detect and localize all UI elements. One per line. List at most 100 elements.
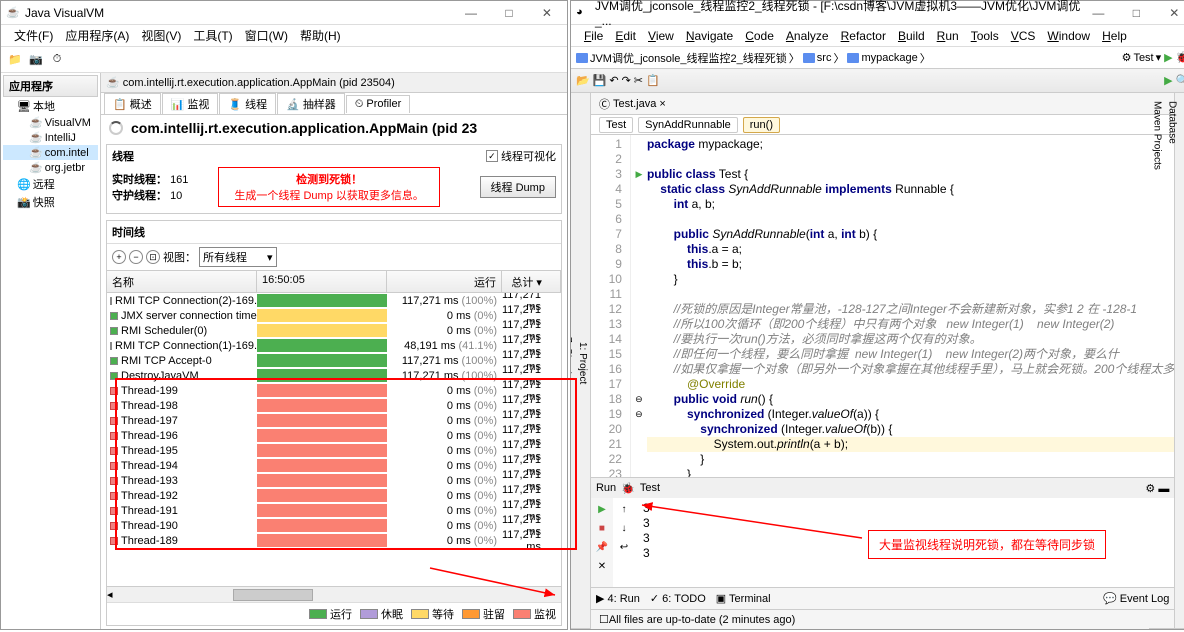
- bread-class[interactable]: Test: [599, 117, 633, 133]
- run-button-icon[interactable]: ▶: [1164, 51, 1172, 64]
- tb-search-icon[interactable]: 🔍: [1176, 74, 1184, 87]
- zoom-fit-icon[interactable]: ⊡: [146, 250, 160, 264]
- tb-open-icon[interactable]: 📂: [576, 74, 590, 87]
- tab-sampler[interactable]: 🔬抽样器: [277, 93, 345, 114]
- nav-pkg[interactable]: mypackage 〉: [847, 50, 930, 66]
- minimize-button[interactable]: —: [456, 3, 486, 23]
- table-row[interactable]: RMI TCP Accept-0117,271 ms(100%)117,271 …: [107, 353, 561, 368]
- ij-menu-analyze[interactable]: Analyze: [781, 27, 834, 45]
- up-icon[interactable]: ↑: [616, 501, 632, 517]
- tb-redo-icon[interactable]: ↷: [622, 74, 631, 87]
- bottom-terminal[interactable]: ▣ Terminal: [716, 592, 771, 605]
- ij-menu-vcs[interactable]: VCS: [1006, 27, 1041, 45]
- table-row[interactable]: Thread-1910 ms(0%)117,271 ms: [107, 503, 561, 518]
- ij-maximize[interactable]: □: [1121, 3, 1151, 23]
- table-row[interactable]: Thread-1960 ms(0%)117,271 ms: [107, 428, 561, 443]
- tree-visualvm[interactable]: ☕ VisualVM: [3, 115, 98, 130]
- table-row[interactable]: Thread-1980 ms(0%)117,271 ms: [107, 398, 561, 413]
- tab-overview[interactable]: 📋概述: [104, 93, 161, 114]
- thread-dump-button[interactable]: 线程 Dump: [480, 176, 556, 198]
- col-total[interactable]: 总计 ▾: [502, 271, 561, 292]
- main-tab[interactable]: ☕com.intellij.rt.execution.application.A…: [101, 73, 567, 93]
- stop-icon[interactable]: ■: [594, 520, 610, 536]
- code-editor[interactable]: 1234567891011121314151617181920212223242…: [591, 135, 1174, 477]
- menu-view[interactable]: 视图(V): [136, 25, 186, 46]
- visualize-checkbox[interactable]: ✓线程可视化: [486, 148, 556, 164]
- toolbar-icon-2[interactable]: 📷: [27, 51, 45, 69]
- ij-menu-file[interactable]: File: [579, 27, 608, 45]
- table-row[interactable]: RMI TCP Connection(1)-169.248,191 ms(41.…: [107, 338, 561, 353]
- ij-minimize[interactable]: —: [1083, 3, 1113, 23]
- menu-help[interactable]: 帮助(H): [295, 25, 346, 46]
- maximize-button[interactable]: □: [494, 3, 524, 23]
- h-scrollbar[interactable]: ◂: [107, 586, 561, 602]
- gutter-ant[interactable]: Ant Build: [1179, 93, 1184, 629]
- tb-save-icon[interactable]: 💾: [593, 74, 607, 87]
- col-name[interactable]: 名称: [107, 271, 257, 292]
- table-row[interactable]: Thread-1950 ms(0%)117,271 ms: [107, 443, 561, 458]
- file-tab[interactable]: Ⓒ Test.java ×: [591, 93, 1174, 115]
- debug-button-icon[interactable]: 🐞: [1176, 51, 1184, 64]
- view-select[interactable]: 所有线程▾: [199, 247, 277, 267]
- menu-app[interactable]: 应用程序(A): [60, 25, 134, 46]
- table-row[interactable]: Thread-1970 ms(0%)117,271 ms: [107, 413, 561, 428]
- bread-method[interactable]: run(): [743, 117, 780, 133]
- tab-profiler[interactable]: ⏲Profiler: [346, 95, 410, 113]
- ij-menu-navigate[interactable]: Navigate: [681, 27, 738, 45]
- table-row[interactable]: Thread-1900 ms(0%)117,271 ms: [107, 518, 561, 533]
- zoom-out-icon[interactable]: −: [129, 250, 143, 264]
- toolbar-icon-3[interactable]: ⏱: [48, 51, 66, 69]
- ij-menu-tools[interactable]: Tools: [966, 27, 1004, 45]
- table-row[interactable]: JMX server connection time0 ms(0%)117,27…: [107, 308, 561, 323]
- table-row[interactable]: Thread-1940 ms(0%)117,271 ms: [107, 458, 561, 473]
- rerun-icon[interactable]: ▶: [594, 501, 610, 517]
- close-run-icon[interactable]: ✕: [594, 558, 610, 574]
- bread-inner[interactable]: SynAddRunnable: [638, 117, 738, 133]
- menu-file[interactable]: 文件(F): [9, 25, 58, 46]
- tab-threads[interactable]: 🧵线程: [219, 93, 276, 114]
- ij-menu-view[interactable]: View: [643, 27, 679, 45]
- tree-local[interactable]: 🖥 本地: [3, 97, 98, 115]
- col-time[interactable]: 16:50:05: [257, 271, 387, 292]
- table-row[interactable]: RMI TCP Connection(2)-169.2117,271 ms(10…: [107, 293, 561, 308]
- ij-menu-edit[interactable]: Edit: [610, 27, 641, 45]
- pin-icon[interactable]: 📌: [594, 539, 610, 555]
- col-run[interactable]: 运行: [387, 271, 502, 292]
- bottom-run[interactable]: ▶ 4: Run: [596, 592, 640, 605]
- tb-copy-icon[interactable]: 📋: [646, 74, 660, 87]
- run-config[interactable]: ⚙ Test ▾: [1122, 51, 1162, 64]
- nav-project[interactable]: JVM调优_jconsole_线程监控2_线程死锁 〉: [576, 50, 800, 66]
- tab-monitor[interactable]: 📊监视: [162, 93, 219, 114]
- tree-jetbrains[interactable]: ☕ org.jetbr: [3, 160, 98, 175]
- menu-window[interactable]: 窗口(W): [240, 25, 293, 46]
- tree-intellij[interactable]: ☕ IntelliJ: [3, 130, 98, 145]
- gutter-project[interactable]: 1: Project: [575, 98, 590, 629]
- table-row[interactable]: Thread-1920 ms(0%)117,271 ms: [107, 488, 561, 503]
- tree-snapshot[interactable]: 📸 快照: [3, 193, 98, 211]
- ij-menu-window[interactable]: Window: [1042, 27, 1095, 45]
- down-icon[interactable]: ↓: [616, 520, 632, 536]
- bottom-todo[interactable]: ✓ 6: TODO: [650, 592, 706, 605]
- tb-cut-icon[interactable]: ✂: [634, 74, 643, 87]
- ij-menu-refactor[interactable]: Refactor: [836, 27, 891, 45]
- ij-menu-run[interactable]: Run: [932, 27, 964, 45]
- toolbar-icon-1[interactable]: 📁: [6, 51, 24, 69]
- table-row[interactable]: Thread-1890 ms(0%)117,271 ms: [107, 533, 561, 548]
- tree-appmain[interactable]: ☕ com.intel: [3, 145, 98, 160]
- menu-tools[interactable]: 工具(T): [188, 25, 237, 46]
- table-row[interactable]: RMI Scheduler(0)0 ms(0%)117,271 ms: [107, 323, 561, 338]
- zoom-in-icon[interactable]: +: [112, 250, 126, 264]
- ij-menu-code[interactable]: Code: [740, 27, 779, 45]
- table-row[interactable]: Thread-1990 ms(0%)117,271 ms: [107, 383, 561, 398]
- ij-close[interactable]: ✕: [1159, 3, 1184, 23]
- close-button[interactable]: ✕: [532, 3, 562, 23]
- ij-menu-build[interactable]: Build: [893, 27, 930, 45]
- tb-undo-icon[interactable]: ↶: [609, 74, 618, 87]
- table-row[interactable]: DestroyJavaVM117,271 ms(100%)117,271 ms: [107, 368, 561, 383]
- nav-src[interactable]: src 〉: [803, 50, 845, 66]
- wrap-icon[interactable]: ↩: [616, 539, 632, 555]
- tb-build-icon[interactable]: ▶: [1164, 74, 1172, 87]
- tree-remote[interactable]: 🌐 远程: [3, 175, 98, 193]
- gutter-structure[interactable]: 7: Structure: [571, 98, 575, 629]
- table-row[interactable]: Thread-1930 ms(0%)117,271 ms: [107, 473, 561, 488]
